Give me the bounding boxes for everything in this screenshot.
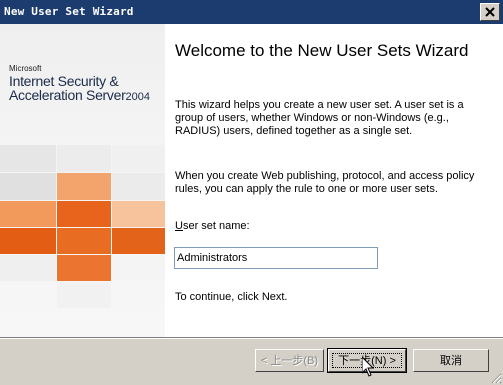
tile	[112, 255, 165, 281]
tile	[57, 173, 111, 200]
tile	[112, 145, 165, 172]
tile	[112, 201, 165, 227]
wizard-rules-note: When you create Web publishing, protocol…	[175, 170, 475, 195]
close-icon	[485, 7, 495, 17]
tile	[0, 173, 56, 200]
tile	[57, 201, 111, 227]
brand-company: Microsoft	[9, 64, 42, 73]
tile	[112, 173, 165, 200]
branding-panel: Microsoft Internet Security & Accelerati…	[0, 24, 165, 337]
tile	[112, 228, 165, 254]
window-title: New User Set Wizard	[4, 5, 134, 18]
label-rest: ser set name:	[182, 220, 250, 232]
tile	[0, 201, 56, 227]
label-mnemonic: U	[175, 220, 183, 232]
footer-divider-highlight	[0, 338, 503, 339]
back-button[interactable]: < 上一步(B)	[255, 349, 324, 372]
continue-instruction: To continue, click Next.	[175, 291, 288, 303]
tile	[57, 228, 111, 254]
tile	[57, 282, 111, 308]
tile	[0, 145, 56, 172]
title-bar[interactable]: New User Set Wizard	[0, 0, 503, 24]
resize-grip-icon[interactable]	[490, 372, 502, 384]
tile	[57, 145, 111, 172]
tile	[0, 255, 56, 281]
brand-product-name: Acceleration Server	[9, 87, 126, 103]
brand-product-line2: Acceleration Server2004	[9, 87, 150, 103]
wizard-window: New User Set Wizard Microsoft Internet S…	[0, 0, 503, 385]
user-set-name-label: User set name:	[175, 220, 250, 232]
wizard-content: Microsoft Internet Security & Accelerati…	[0, 24, 503, 337]
tile	[57, 255, 111, 281]
user-set-name-input[interactable]	[174, 247, 378, 269]
mouse-pointer-icon	[362, 357, 374, 377]
wizard-description: This wizard helps you create a new user …	[175, 99, 464, 137]
close-button[interactable]	[480, 3, 500, 21]
tile	[0, 228, 56, 254]
brand-year: 2004	[125, 91, 150, 103]
wizard-heading: Welcome to the New User Sets Wizard	[175, 41, 469, 60]
cancel-button[interactable]: 取消	[413, 349, 489, 372]
